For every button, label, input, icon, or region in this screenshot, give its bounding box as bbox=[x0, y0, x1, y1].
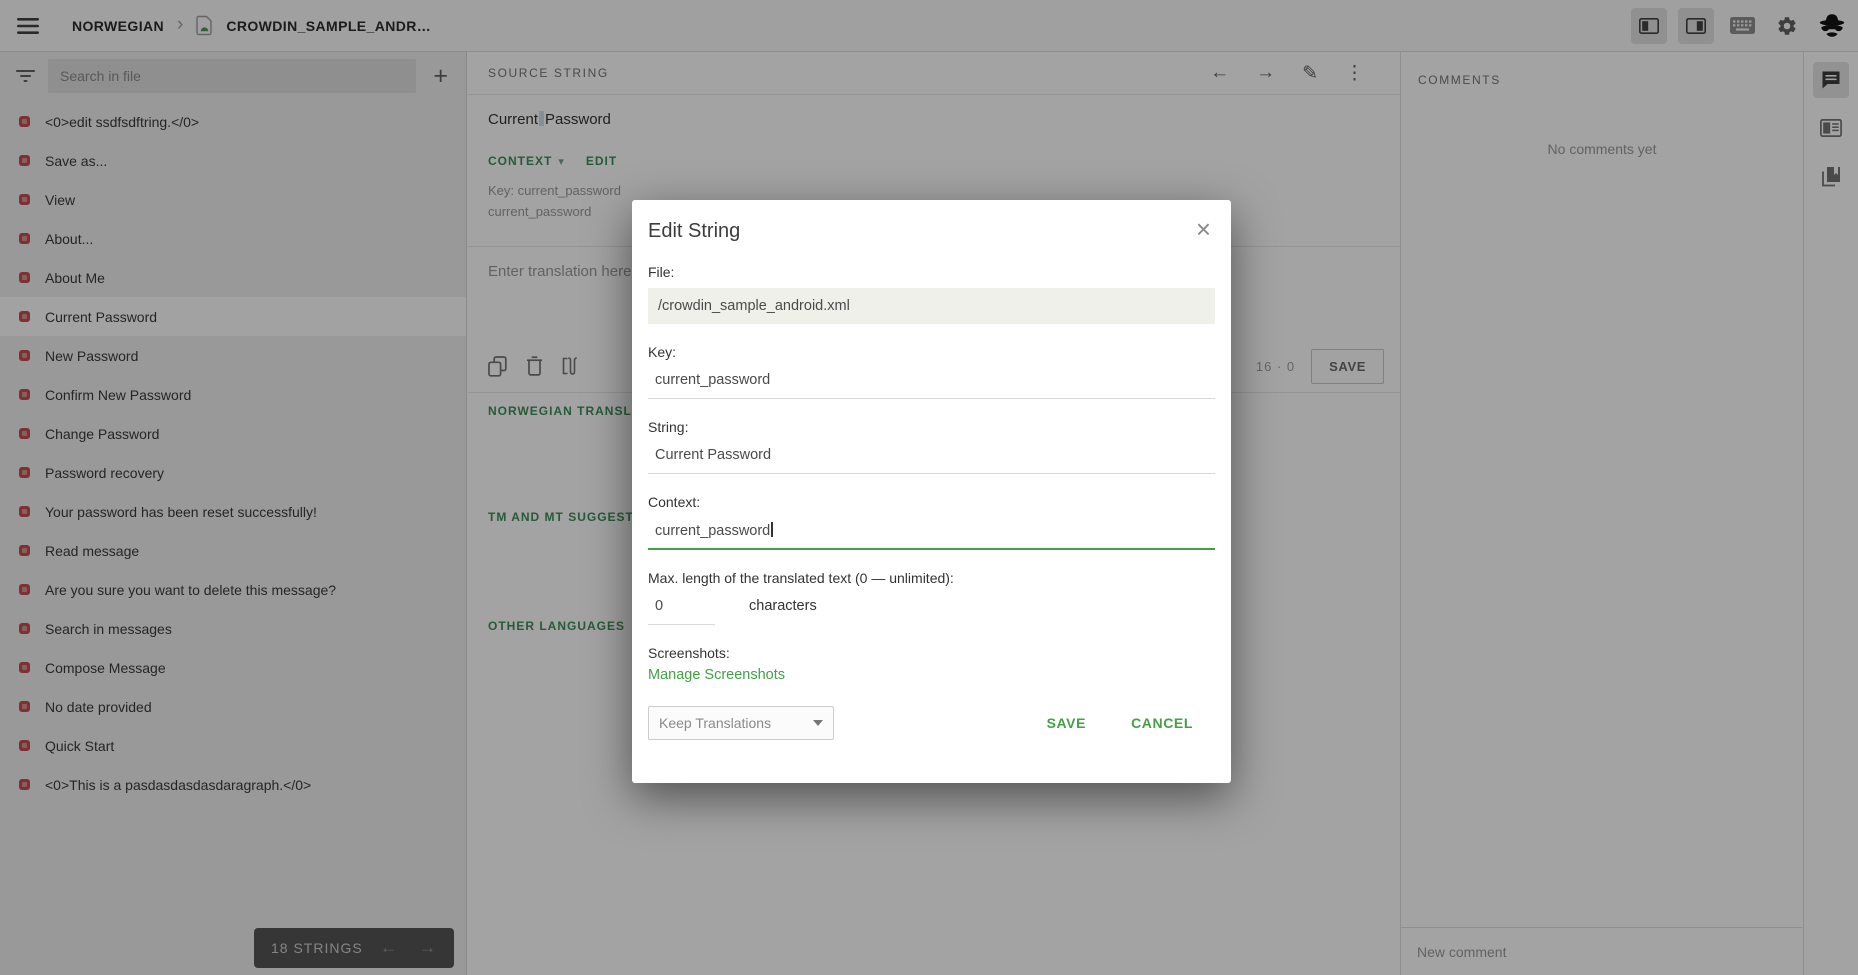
crowdin-editor-screen: NORWEGIAN › CROWDIN_SAMPLE_ANDR… bbox=[0, 0, 1858, 975]
keep-translations-select[interactable]: Keep Translations bbox=[648, 706, 834, 740]
context-input[interactable]: current_password bbox=[648, 518, 1215, 550]
dialog-title: Edit String bbox=[648, 220, 740, 243]
screenshots-label: Screenshots: bbox=[648, 645, 1215, 661]
context-input-value: current_password bbox=[655, 523, 770, 539]
manage-screenshots-link[interactable]: Manage Screenshots bbox=[648, 667, 785, 683]
string-label: String: bbox=[648, 419, 1215, 435]
text-caret bbox=[771, 522, 773, 537]
maxlen-label: Max. length of the translated text (0 — … bbox=[648, 570, 1215, 586]
maxlen-suffix: characters bbox=[749, 598, 817, 614]
chevron-down-icon bbox=[813, 720, 823, 726]
key-input[interactable] bbox=[648, 368, 1215, 399]
file-value: /crowdin_sample_android.xml bbox=[648, 288, 1215, 324]
edit-string-dialog: Edit String × File: /crowdin_sample_andr… bbox=[632, 200, 1231, 783]
maxlen-input[interactable] bbox=[648, 594, 715, 625]
select-value: Keep Translations bbox=[659, 715, 771, 731]
close-button[interactable]: × bbox=[1192, 214, 1215, 244]
close-icon: × bbox=[1196, 214, 1211, 244]
file-label: File: bbox=[648, 264, 1215, 280]
cancel-button[interactable]: CANCEL bbox=[1131, 715, 1193, 731]
key-label: Key: bbox=[648, 344, 1215, 360]
save-button[interactable]: SAVE bbox=[1047, 715, 1087, 731]
string-input[interactable] bbox=[648, 443, 1215, 474]
context-label: Context: bbox=[648, 494, 1215, 510]
